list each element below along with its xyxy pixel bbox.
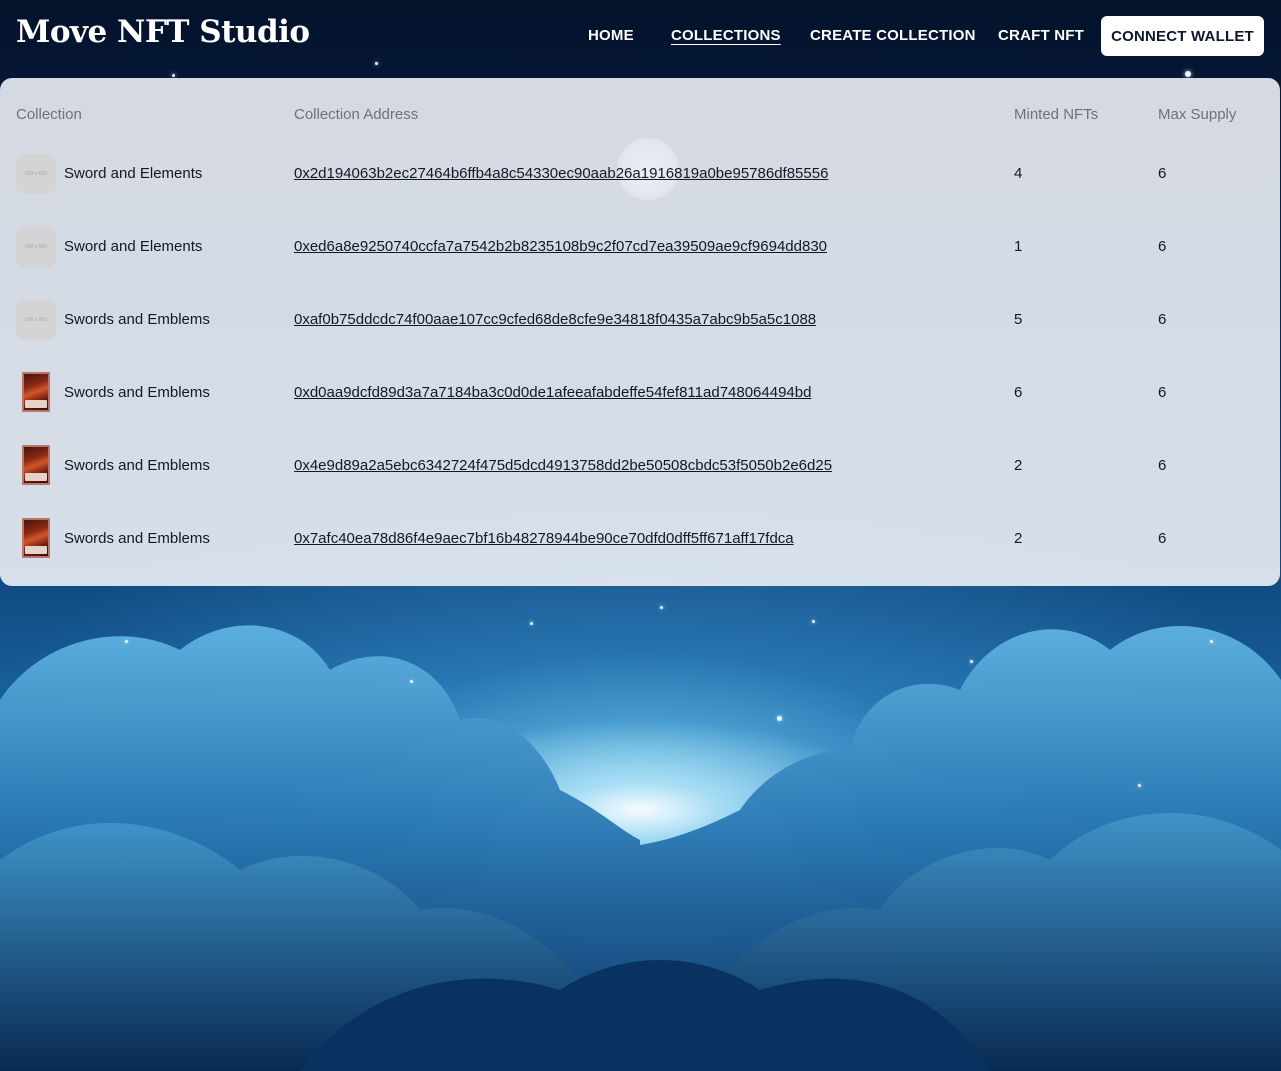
connect-wallet-button[interactable]: CONNECT WALLET — [1101, 16, 1264, 56]
star-icon — [410, 680, 413, 683]
star-icon — [660, 606, 663, 609]
minted-count: 6 — [1014, 384, 1023, 401]
table-row: 600 x 600 Sword and Elements 0xed6a8e925… — [0, 211, 1280, 284]
header-collection: Collection — [16, 106, 82, 123]
collection-thumbnail-card-image — [22, 445, 50, 485]
header-max-supply: Max Supply — [1158, 106, 1237, 123]
nav-create-collection[interactable]: CREATE COLLECTION — [810, 27, 976, 44]
max-supply: 6 — [1158, 457, 1167, 474]
collection-thumbnail-placeholder: 600 x 600 — [16, 300, 56, 340]
nav-craft-nft[interactable]: CRAFT NFT — [998, 27, 1084, 44]
table-row: Swords and Emblems 0x4e9d89a2a5ebc634272… — [0, 430, 1280, 503]
max-supply: 6 — [1158, 165, 1167, 182]
collection-name: Swords and Emblems — [64, 530, 210, 547]
collections-table: Collection Collection Address Minted NFT… — [0, 78, 1280, 586]
star-icon — [125, 640, 128, 643]
collection-thumbnail-placeholder: 600 x 600 — [16, 154, 56, 194]
table-row: Swords and Emblems 0xd0aa9dcfd89d3a7a718… — [0, 357, 1280, 430]
collection-address-link[interactable]: 0xd0aa9dcfd89d3a7a7184ba3c0d0de1afeeafab… — [294, 384, 811, 401]
collection-name: Sword and Elements — [64, 165, 203, 182]
star-icon — [172, 74, 175, 77]
minted-count: 4 — [1014, 165, 1023, 182]
star-icon — [777, 716, 782, 721]
table-row: Swords and Emblems 0x7afc40ea78d86f4e9ae… — [0, 503, 1280, 576]
header-collection-address: Collection Address — [294, 106, 419, 123]
table-row: 600 x 600 Sword and Elements 0x2d194063b… — [0, 138, 1280, 211]
star-icon — [1138, 784, 1141, 787]
minted-count: 5 — [1014, 311, 1023, 328]
collection-name: Sword and Elements — [64, 238, 203, 255]
collection-address-link[interactable]: 0xed6a8e9250740ccfa7a7542b2b8235108b9c2f… — [294, 238, 827, 255]
top-navbar: Move NFT Studio HOME COLLECTIONS CREATE … — [0, 0, 1281, 72]
collection-name: Swords and Emblems — [64, 384, 210, 401]
collection-address-link[interactable]: 0xaf0b75ddcdc74f00aae107cc9cfed68de8cfe9… — [294, 311, 816, 328]
app-logo[interactable]: Move NFT Studio — [16, 14, 310, 50]
star-icon — [812, 620, 815, 623]
collection-thumbnail-placeholder: 600 x 600 — [16, 227, 56, 267]
star-icon — [1210, 640, 1213, 643]
collection-address-link[interactable]: 0x4e9d89a2a5ebc6342724f475d5dcd4913758dd… — [294, 457, 832, 474]
minted-count: 2 — [1014, 457, 1023, 474]
collection-address-link[interactable]: 0x2d194063b2ec27464b6ffb4a8c54330ec90aab… — [294, 165, 828, 182]
collection-name: Swords and Emblems — [64, 457, 210, 474]
nav-collections[interactable]: COLLECTIONS — [671, 27, 781, 44]
max-supply: 6 — [1158, 311, 1167, 328]
table-row: 600 x 600 Swords and Emblems 0xaf0b75ddc… — [0, 284, 1280, 357]
max-supply: 6 — [1158, 530, 1167, 547]
nav-home[interactable]: HOME — [588, 27, 634, 44]
collection-address-link[interactable]: 0x7afc40ea78d86f4e9aec7bf16b48278944be90… — [294, 530, 794, 547]
collection-thumbnail-card-image — [22, 518, 50, 558]
header-minted-nfts: Minted NFTs — [1014, 106, 1099, 123]
collection-name: Swords and Emblems — [64, 311, 210, 328]
max-supply: 6 — [1158, 238, 1167, 255]
minted-count: 1 — [1014, 238, 1023, 255]
star-icon — [530, 622, 533, 625]
max-supply: 6 — [1158, 384, 1167, 401]
star-icon — [970, 660, 973, 663]
minted-count: 2 — [1014, 530, 1023, 547]
collection-thumbnail-card-image — [22, 372, 50, 412]
